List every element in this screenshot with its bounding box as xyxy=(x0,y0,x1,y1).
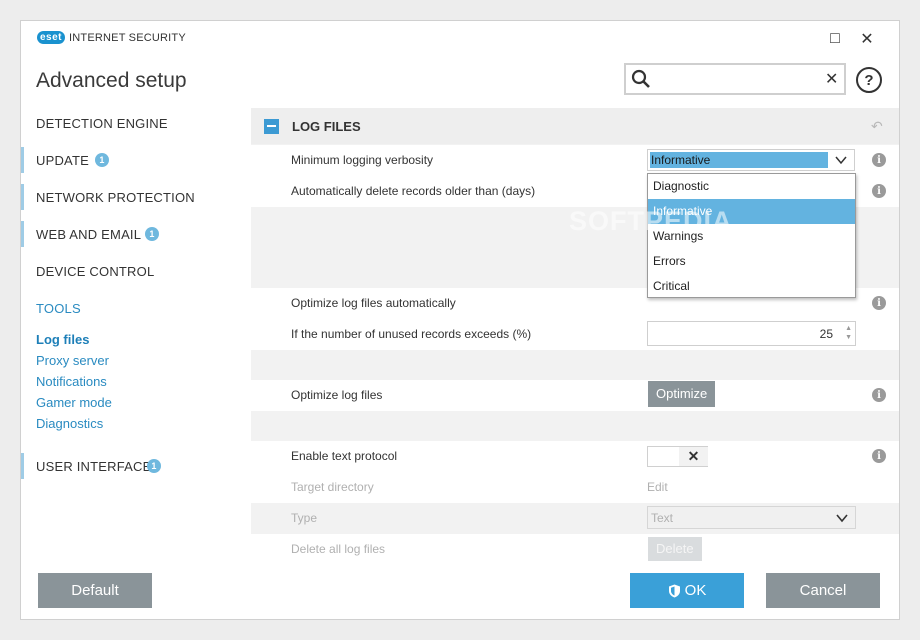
dropdown-option-errors[interactable]: Errors xyxy=(648,249,855,274)
text-protocol-toggle[interactable]: ✕ xyxy=(647,446,708,467)
clear-search-icon[interactable]: ✕ xyxy=(825,69,838,89)
sidebar-item-label: DEVICE CONTROL xyxy=(36,263,155,279)
sidebar-indicator xyxy=(21,453,24,479)
setting-label: Enable text protocol xyxy=(291,449,398,463)
select-value: Text xyxy=(651,511,674,525)
default-button[interactable]: Default xyxy=(38,573,152,608)
sidebar-item-tools[interactable]: TOOLS xyxy=(21,295,251,321)
maximize-icon[interactable]: □ xyxy=(823,27,847,51)
sidebar-item-network-protection[interactable]: NETWORK PROTECTION xyxy=(21,184,251,210)
stepper-arrows-icon[interactable]: ▲ ▼ xyxy=(845,324,852,342)
sidebar-item-web-and-email[interactable]: WEB AND EMAIL 1 xyxy=(21,221,251,247)
ok-button[interactable]: OK xyxy=(630,573,744,608)
sidebar-item-label: USER INTERFACE xyxy=(36,458,152,474)
sidebar-item-label: WEB AND EMAIL xyxy=(36,226,142,242)
verbosity-dropdown-list: Diagnostic Informative Warnings Errors C… xyxy=(647,173,856,298)
info-icon[interactable]: i xyxy=(872,153,886,167)
product-name: INTERNET SECURITY xyxy=(69,31,186,44)
info-icon[interactable]: i xyxy=(872,184,886,198)
section-header[interactable]: LOG FILES ↶ xyxy=(251,108,899,144)
sidebar-subitem-log-files[interactable]: Log files xyxy=(36,332,89,347)
dropdown-option-warnings[interactable]: Warnings xyxy=(648,224,855,249)
setting-label: Minimum logging verbosity xyxy=(291,153,434,167)
select-value: Informative xyxy=(650,152,828,168)
sidebar-item-update[interactable]: UPDATE 1 xyxy=(21,147,251,173)
notification-badge: 1 xyxy=(95,153,109,167)
edit-link: Edit xyxy=(647,480,668,494)
dropdown-option-diagnostic[interactable]: Diagnostic xyxy=(648,174,855,199)
verbosity-select[interactable]: Informative xyxy=(647,149,855,171)
title-bar: eset INTERNET SECURITY □ ✕ xyxy=(21,21,899,57)
brand: eset INTERNET SECURITY xyxy=(37,31,186,44)
info-icon[interactable]: i xyxy=(872,296,886,310)
sidebar-item-label: NETWORK PROTECTION xyxy=(36,189,195,205)
close-icon[interactable]: ✕ xyxy=(855,27,879,51)
sidebar-item-label: TOOLS xyxy=(36,300,81,316)
button-label: OK xyxy=(684,582,707,599)
optimize-button[interactable]: Optimize xyxy=(648,381,716,407)
log-files-panel: LOG FILES ↶ Minimum logging verbosity In… xyxy=(251,108,899,561)
revert-icon[interactable]: ↶ xyxy=(871,118,883,135)
help-icon[interactable]: ? xyxy=(856,67,882,93)
sidebar-subitem-proxy-server[interactable]: Proxy server xyxy=(36,353,109,368)
section-title: LOG FILES xyxy=(292,119,361,134)
sidebar-indicator xyxy=(21,184,24,210)
page-title: Advanced setup xyxy=(36,69,187,92)
setting-label: Optimize log files xyxy=(291,388,383,402)
setting-label: Target directory xyxy=(291,480,374,494)
sidebar-item-label: UPDATE xyxy=(36,152,89,168)
button-label: Cancel xyxy=(799,582,847,599)
sidebar-subitem-gamer-mode[interactable]: Gamer mode xyxy=(36,395,112,410)
dropdown-option-informative[interactable]: Informative xyxy=(648,199,855,224)
search-input[interactable]: ✕ xyxy=(624,63,846,95)
setting-row-delete-all-content: Delete all log files Delete xyxy=(251,534,899,565)
setting-label: Type xyxy=(291,511,318,525)
shield-icon xyxy=(668,584,680,597)
setting-label: Optimize log files automatically xyxy=(291,296,456,310)
sidebar-indicator xyxy=(21,147,24,173)
setting-label: If the number of unused records exceeds … xyxy=(291,327,532,341)
sidebar-indicator xyxy=(21,221,24,247)
sidebar-item-label: DETECTION ENGINE xyxy=(36,115,168,131)
collapse-icon[interactable] xyxy=(264,119,279,134)
info-icon[interactable]: i xyxy=(872,388,886,402)
setting-row-type: Type Text xyxy=(251,503,899,534)
setting-row-text-protocol: Enable text protocol ✕ i xyxy=(251,441,899,472)
notification-badge: 1 xyxy=(147,459,161,473)
sidebar-item-detection-engine[interactable]: DETECTION ENGINE xyxy=(21,110,251,136)
dropdown-option-critical[interactable]: Critical xyxy=(648,274,855,299)
sidebar-subitem-diagnostics[interactable]: Diagnostics xyxy=(36,416,103,431)
chevron-down-icon xyxy=(836,514,848,523)
sidebar-item-device-control[interactable]: DEVICE CONTROL xyxy=(21,258,251,284)
chevron-down-icon xyxy=(835,156,847,165)
app-window: eset INTERNET SECURITY □ ✕ Advanced setu… xyxy=(20,20,900,620)
toggle-off-icon: ✕ xyxy=(679,447,708,466)
setting-row-verbosity: Minimum logging verbosity Informative i xyxy=(251,145,899,176)
delete-button: Delete xyxy=(648,537,702,561)
unused-records-stepper[interactable]: 25 ▲ ▼ xyxy=(647,321,856,346)
info-icon[interactable]: i xyxy=(872,449,886,463)
cancel-button[interactable]: Cancel xyxy=(766,573,880,608)
setting-row-optimize: Optimize log files Optimize i xyxy=(251,380,899,411)
button-label: Default xyxy=(71,582,119,599)
setting-label: Automatically delete records older than … xyxy=(291,184,536,198)
setting-row-target-directory: Target directory Edit xyxy=(251,472,899,503)
stepper-value: 25 xyxy=(819,327,833,341)
setting-label: Delete all log files xyxy=(291,542,386,556)
eset-logo: eset xyxy=(37,31,66,44)
sidebar-item-user-interface[interactable]: USER INTERFACE 1 xyxy=(21,453,251,479)
search-icon xyxy=(631,69,650,88)
setting-row-unused-records: If the number of unused records exceeds … xyxy=(251,319,899,350)
type-select: Text xyxy=(647,506,856,529)
notification-badge: 1 xyxy=(145,227,159,241)
sidebar-subitem-notifications[interactable]: Notifications xyxy=(36,374,107,389)
